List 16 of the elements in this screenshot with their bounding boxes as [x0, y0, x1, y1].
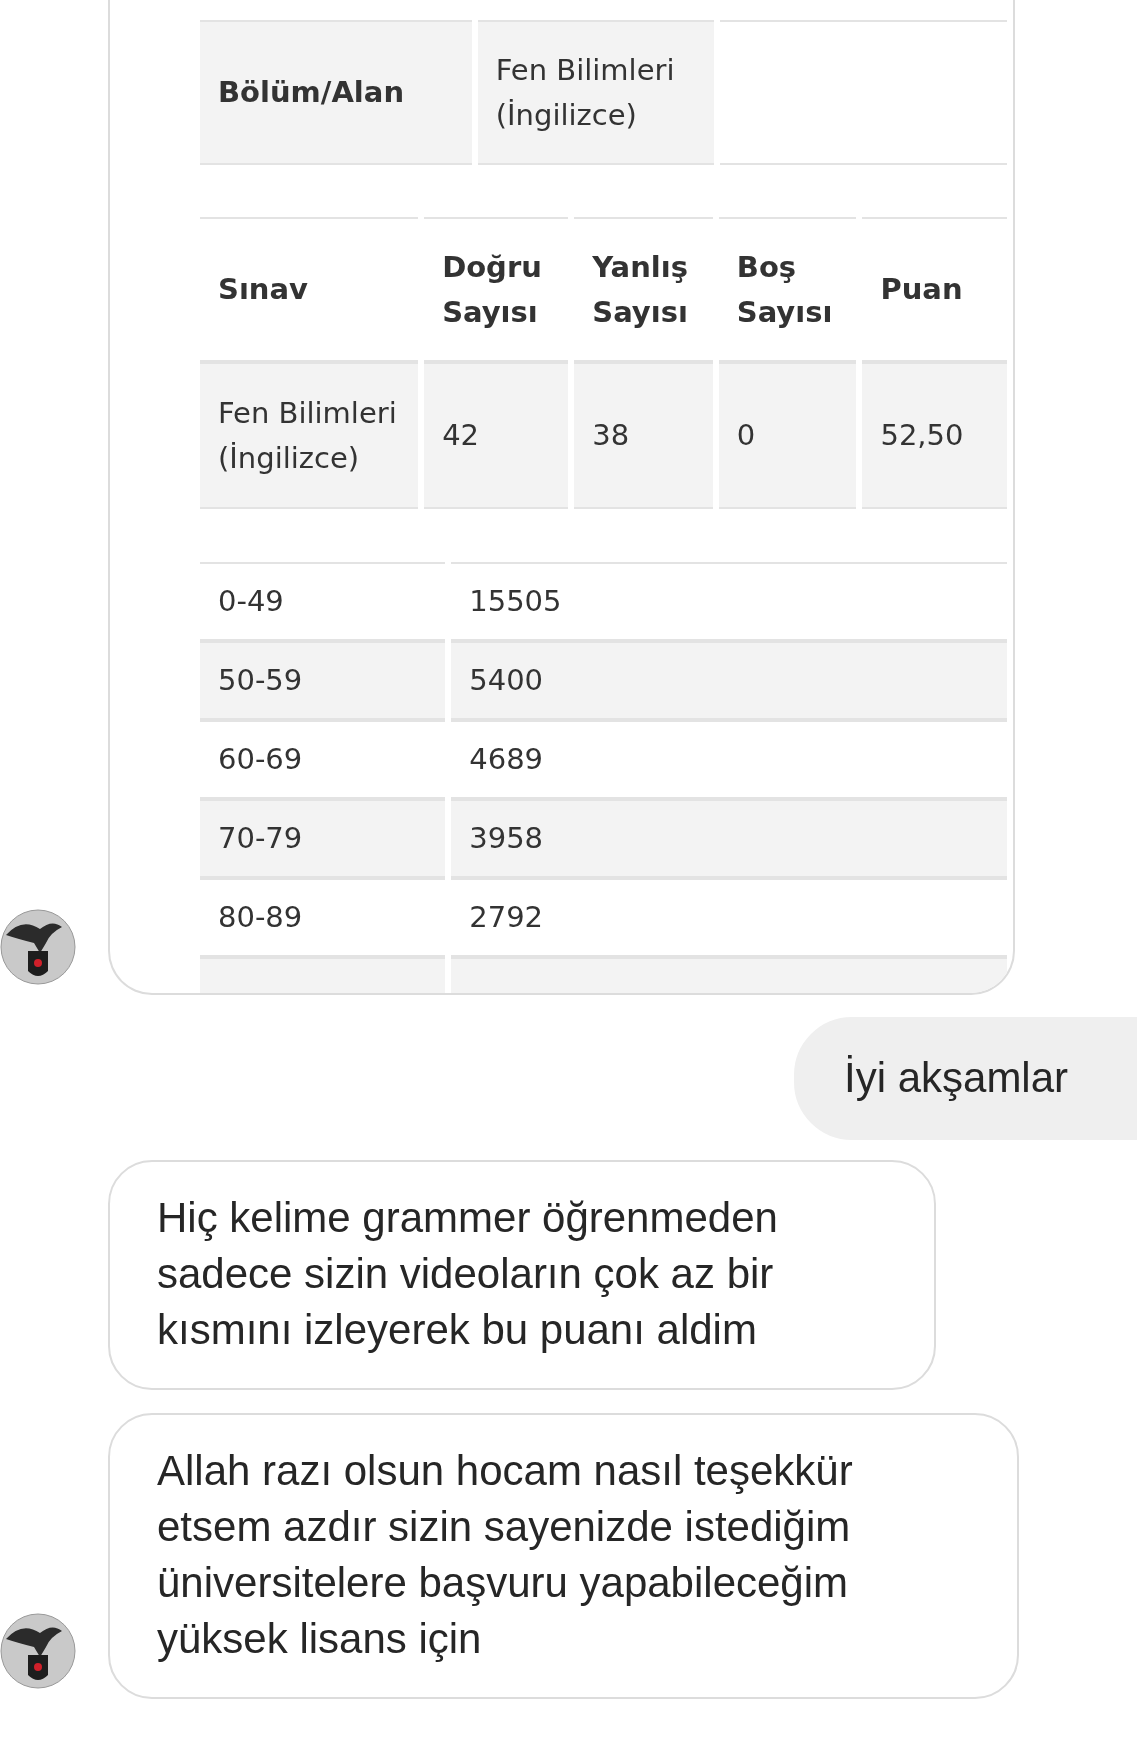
table-cell: Fen Bilimleri (İngilizce)	[200, 362, 419, 509]
table-cell: 0	[718, 362, 857, 509]
message-bubble: Hiç kelime grammer öğrenmeden sadece sizin videoların çok az bir kısmını izleyerek bu puanı aldim	[108, 1160, 936, 1390]
table-cell: 38	[574, 362, 713, 509]
avatar-icon[interactable]	[0, 1613, 76, 1689]
avatar-icon[interactable]	[0, 909, 76, 985]
table-cell: 5400	[451, 641, 1007, 720]
table-cell: 70-79	[200, 799, 446, 878]
table-cell: 42	[424, 362, 569, 509]
table-cell: Fen Bilimleri (İngilizce)	[477, 20, 714, 165]
message-bubble: İyi akşamlar	[794, 1017, 1137, 1140]
table-cell: 50-59	[200, 641, 446, 720]
table-cell: 52,50	[862, 362, 1007, 509]
table-cell: 3958	[451, 799, 1007, 878]
table-cell: Bölüm/Alan	[200, 20, 472, 165]
message-bubble: Allah razı olsun hocam nasıl teşekkür etsem azdır sizin sayenizde istediğim üniversitelere başvuru yapabileceğim yüksek lisans için	[108, 1413, 1019, 1699]
